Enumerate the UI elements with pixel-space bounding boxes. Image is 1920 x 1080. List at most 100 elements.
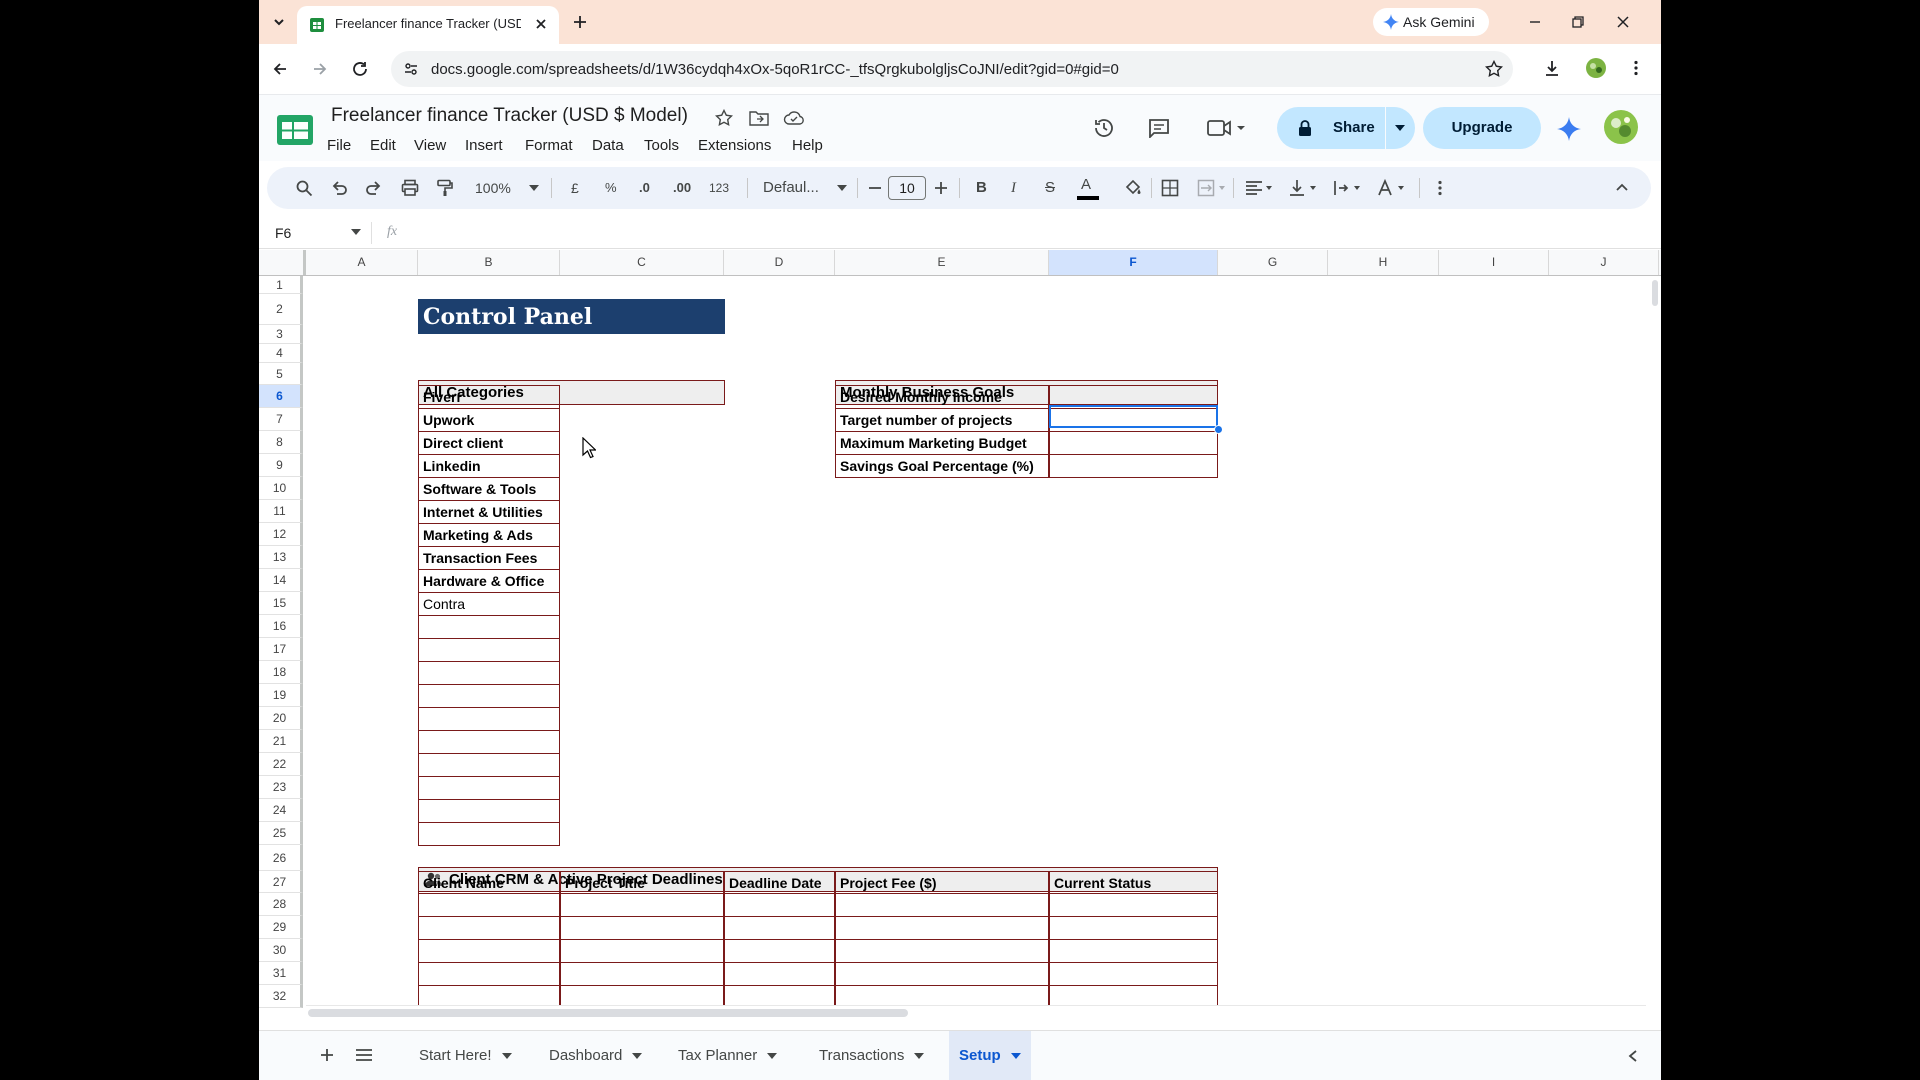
category-empty-cell[interactable]: [418, 799, 560, 823]
row-header[interactable]: 5: [259, 363, 303, 385]
font-size-input[interactable]: 10: [888, 176, 926, 200]
column-header[interactable]: I: [1439, 250, 1549, 275]
reload-icon[interactable]: [351, 60, 369, 78]
row-header[interactable]: 20: [259, 707, 303, 730]
crm-empty-cell[interactable]: [835, 939, 1049, 963]
category-empty-cell[interactable]: [418, 822, 560, 846]
category-cell[interactable]: Transaction Fees: [418, 546, 560, 570]
font-family-select[interactable]: Defaul...: [763, 167, 819, 209]
category-cell[interactable]: Software & Tools: [418, 477, 560, 501]
add-sheet-icon[interactable]: [319, 1047, 335, 1063]
fill-color-icon[interactable]: [1123, 178, 1143, 198]
row-header[interactable]: 29: [259, 916, 303, 939]
column-header[interactable]: A: [306, 250, 418, 275]
crm-empty-cell[interactable]: [724, 916, 835, 940]
number-format-button[interactable]: 123: [709, 167, 729, 209]
all-sheets-icon[interactable]: [355, 1048, 373, 1062]
text-color-button[interactable]: A: [1081, 167, 1091, 209]
share-button[interactable]: Share: [1277, 107, 1415, 149]
font-dropdown-icon[interactable]: [837, 185, 847, 192]
star-document-icon[interactable]: [715, 109, 733, 127]
sheet-tab-dropdown-icon[interactable]: [1010, 1052, 1021, 1060]
row-header[interactable]: 22: [259, 753, 303, 776]
search-menus-icon[interactable]: [295, 179, 313, 197]
row-header-selected[interactable]: 6: [259, 385, 303, 408]
row-header[interactable]: 14: [259, 569, 303, 592]
paint-format-icon[interactable]: [436, 179, 454, 197]
zoom-select[interactable]: 100%: [475, 167, 511, 209]
category-cell[interactable]: Upwork: [418, 408, 560, 432]
sheets-logo-icon[interactable]: [277, 115, 313, 145]
name-box[interactable]: F6: [275, 225, 291, 241]
strikethrough-button[interactable]: S: [1045, 167, 1055, 209]
chrome-menu-icon[interactable]: [1627, 59, 1645, 77]
row-header[interactable]: 31: [259, 962, 303, 985]
category-cell[interactable]: Marketing & Ads: [418, 523, 560, 547]
horizontal-scroll-thumb[interactable]: [308, 1009, 908, 1017]
category-empty-cell[interactable]: [418, 776, 560, 800]
horizontal-align-icon[interactable]: [1245, 179, 1277, 197]
row-header[interactable]: 28: [259, 893, 303, 916]
menu-tools[interactable]: Tools: [644, 137, 679, 154]
currency-format-button[interactable]: £: [571, 167, 579, 209]
browser-tab[interactable]: Freelancer finance Tracker (USD $ Model): [297, 6, 559, 44]
category-cell[interactable]: Linkedin: [418, 454, 560, 478]
row-header[interactable]: 2: [259, 294, 303, 325]
crm-empty-cell[interactable]: [724, 962, 835, 986]
vertical-scroll-thumb[interactable]: [1652, 280, 1658, 306]
sheet-tab-dropdown-icon[interactable]: [914, 1052, 925, 1060]
crm-empty-cell[interactable]: [724, 939, 835, 963]
sheet-tab-start-here[interactable]: Start Here!: [419, 1031, 512, 1080]
row-header[interactable]: 18: [259, 661, 303, 684]
category-cell[interactable]: Hardware & Office: [418, 569, 560, 593]
crm-empty-cell[interactable]: [560, 893, 724, 917]
ask-gemini-button[interactable]: Ask Gemini: [1373, 8, 1489, 36]
row-header[interactable]: 12: [259, 523, 303, 546]
row-header[interactable]: 16: [259, 615, 303, 638]
sheet-nav-left-icon[interactable]: [1627, 1049, 1639, 1063]
sheet-tab-tax-planner[interactable]: Tax Planner: [678, 1031, 778, 1080]
site-info-icon[interactable]: [403, 61, 419, 77]
goal-value-cell[interactable]: [1049, 431, 1218, 455]
more-options-icon[interactable]: [1431, 179, 1449, 197]
row-header[interactable]: 9: [259, 454, 303, 477]
crm-column-header[interactable]: Project Title: [560, 871, 724, 894]
crm-empty-cell[interactable]: [835, 893, 1049, 917]
text-rotation-icon[interactable]: [1377, 179, 1409, 197]
row-header[interactable]: 10: [259, 477, 303, 500]
goal-label-cell[interactable]: Maximum Marketing Budget: [835, 431, 1049, 455]
row-header[interactable]: 19: [259, 684, 303, 707]
goal-label-cell[interactable]: Savings Goal Percentage (%): [835, 454, 1049, 478]
crm-empty-cell[interactable]: [1049, 939, 1218, 963]
category-empty-cell[interactable]: [418, 638, 560, 662]
category-empty-cell[interactable]: [418, 615, 560, 639]
row-header[interactable]: 26: [259, 845, 303, 871]
account-avatar-icon[interactable]: [1603, 109, 1639, 145]
sheet-tab-dropdown-icon[interactable]: [632, 1052, 643, 1060]
close-tab-icon[interactable]: [533, 16, 549, 32]
sheet-tab-transactions[interactable]: Transactions: [819, 1031, 925, 1080]
row-header[interactable]: 11: [259, 500, 303, 523]
increase-font-size-icon[interactable]: [934, 181, 948, 195]
borders-icon[interactable]: [1161, 179, 1179, 197]
menu-extensions[interactable]: Extensions: [698, 137, 771, 154]
crm-empty-cell[interactable]: [560, 939, 724, 963]
crm-empty-cell[interactable]: [560, 962, 724, 986]
sheet-tab-dropdown-icon[interactable]: [767, 1052, 778, 1060]
crm-column-header[interactable]: Client Name: [418, 871, 560, 894]
crm-empty-cell[interactable]: [418, 939, 560, 963]
crm-empty-cell[interactable]: [418, 962, 560, 986]
italic-button[interactable]: I: [1011, 167, 1016, 209]
menu-insert[interactable]: Insert: [465, 137, 503, 154]
gemini-icon[interactable]: [1557, 117, 1581, 141]
merge-cells-icon[interactable]: [1197, 179, 1227, 197]
crm-empty-cell[interactable]: [560, 916, 724, 940]
category-empty-cell[interactable]: [418, 661, 560, 685]
row-header[interactable]: 17: [259, 638, 303, 661]
goal-label-cell[interactable]: Target number of projects: [835, 408, 1049, 432]
document-title[interactable]: Freelancer finance Tracker (USD $ Model): [331, 105, 688, 127]
bold-button[interactable]: B: [976, 167, 987, 209]
row-header[interactable]: 32: [259, 985, 303, 1008]
column-header[interactable]: B: [418, 250, 560, 275]
comments-icon[interactable]: [1148, 118, 1170, 138]
